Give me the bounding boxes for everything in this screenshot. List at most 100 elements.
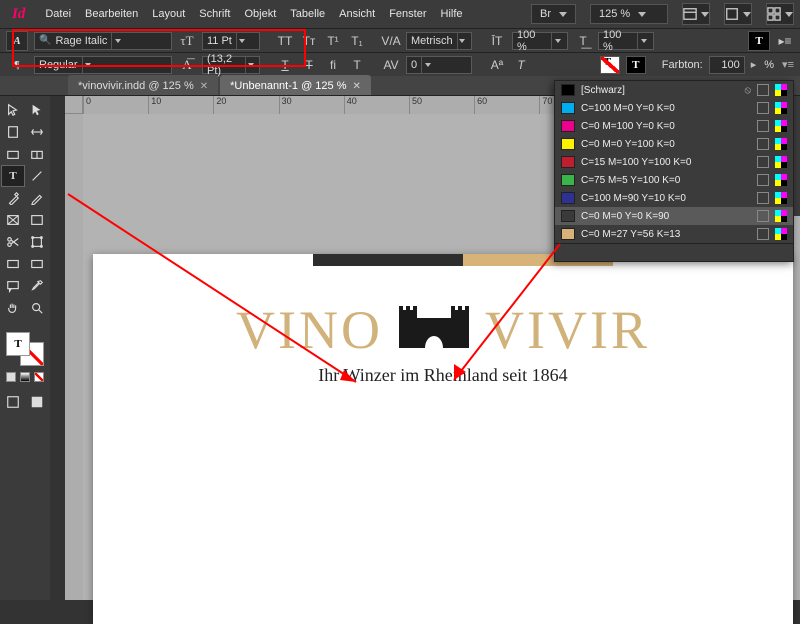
char-fill-swatch[interactable]: T [748,31,770,51]
emspace-icon[interactable]: T [348,56,366,74]
direct-selection-tool[interactable] [26,100,48,120]
swatch-row[interactable]: C=0 M=0 Y=0 K=90 [555,207,793,225]
apply-color-icon[interactable] [6,372,16,382]
swatch-name: C=0 M=100 Y=0 K=0 [581,121,751,132]
panel-menu-icon-2[interactable]: ▾≡ [782,58,794,71]
leading-icon: A͞ [178,56,196,74]
close-icon[interactable]: ✕ [200,81,208,92]
control-panel-row1: A 🔍 Rage Italic τT 11 Pt TT Tᴛ T¹ T₁ V/A… [0,28,800,52]
zoom-chip[interactable]: 125 % [590,4,668,24]
superscript-icon[interactable]: T¹ [324,32,342,50]
menu-schrift[interactable]: Schrift [199,8,230,20]
swatch-chip [561,102,575,114]
close-icon[interactable]: ✕ [352,81,360,92]
pen-tool[interactable] [2,188,24,208]
swatch-row[interactable]: C=100 M=0 Y=0 K=0 [555,99,793,117]
menu-fenster[interactable]: Fenster [389,8,426,20]
underline-icon[interactable]: T [276,56,294,74]
allcaps-icon[interactable]: TT [276,32,294,50]
menu-layout[interactable]: Layout [152,8,185,20]
gap-tool[interactable] [26,122,48,142]
font-style-combo[interactable]: Regular [34,56,172,74]
rectangle-tool[interactable] [26,210,48,230]
swatch-chip [561,84,575,96]
color-mode-box-icon [757,174,769,186]
ligature-icon[interactable]: fi [324,56,342,74]
menu-hilfe[interactable]: Hilfe [441,8,463,20]
font-size-icon: τT [178,32,196,50]
font-family-combo[interactable]: 🔍 Rage Italic [34,32,172,50]
vscale-combo[interactable]: 100 % [512,32,568,50]
lock-icon: ⦸ [744,85,751,96]
content-placer[interactable] [26,144,48,164]
scissors-tool[interactable] [2,232,24,252]
tint-arrow-icon[interactable]: ▸ [751,58,757,71]
swatch-name: C=75 M=5 Y=100 K=0 [581,175,751,186]
menu-bearbeiten[interactable]: Bearbeiten [85,8,138,20]
color-apply-mode[interactable] [2,372,48,382]
selection-tool[interactable] [2,100,24,120]
doc-tab-vinovivir[interactable]: *vinovivir.indd @ 125 %✕ [68,75,218,95]
preview-view-icon[interactable] [26,392,48,412]
font-size-combo[interactable]: 11 Pt [202,32,260,50]
subscript-icon[interactable]: T₁ [348,32,366,50]
line-tool[interactable] [26,166,48,186]
view-options-icon[interactable] [682,3,710,25]
tracking-combo[interactable]: 0 [406,56,472,74]
swatch-row[interactable]: C=0 M=0 Y=100 K=0 [555,135,793,153]
menu-objekt[interactable]: Objekt [244,8,276,20]
color-mode-box-icon [757,138,769,150]
gradient-feather-tool[interactable] [26,254,48,274]
swatch-row[interactable]: C=0 M=27 Y=56 K=13 [555,225,793,243]
doc-tab-unbenannt[interactable]: *Unbenannt-1 @ 125 %✕ [220,75,371,95]
apply-none-icon[interactable] [34,372,44,382]
free-transform-tool[interactable] [26,232,48,252]
swatch-row[interactable]: [Schwarz]⦸ [555,81,793,99]
tracking-value: 0 [411,59,417,71]
swatch-chip [561,174,575,186]
screen-mode-icon[interactable] [724,3,752,25]
logo-tagline[interactable]: Ihr Winzer im Rheinland seit 1864 [93,365,793,386]
swatch-row[interactable]: C=15 M=100 Y=100 K=0 [555,153,793,171]
hscale-combo[interactable]: 100 % [598,32,654,50]
note-tool[interactable] [2,276,24,296]
panel-menu-icon[interactable]: ▸≡ [776,32,794,50]
swatches-panel: [Schwarz]⦸C=100 M=0 Y=0 K=0 C=0 M=100 Y=0… [554,80,794,262]
char-stroke-swatch[interactable]: T [600,56,620,74]
fill-stroke-swatch[interactable]: T [6,332,44,366]
menu-tabelle[interactable]: Tabelle [290,8,325,20]
menu-datei[interactable]: Datei [45,8,71,20]
text-overprint-icon[interactable]: T [626,56,646,74]
apply-gradient-icon[interactable] [20,372,30,382]
type-tool[interactable]: T [2,166,24,186]
paragraph-mode-icon[interactable]: ¶ [6,55,28,75]
menu-ansicht[interactable]: Ansicht [339,8,375,20]
pencil-tool[interactable] [26,188,48,208]
leading-combo[interactable]: (13,2 Pt) [202,56,260,74]
normal-view-icon[interactable] [2,392,24,412]
ruler-origin[interactable] [65,96,83,114]
smallcaps-icon[interactable]: Tᴛ [300,32,318,50]
bridge-chip[interactable]: Br [531,4,576,24]
zoom-tool[interactable] [26,298,48,318]
swatch-row[interactable]: C=0 M=100 Y=0 K=0 [555,117,793,135]
character-mode-icon[interactable]: A [6,31,28,51]
eyedropper-tool[interactable] [26,276,48,296]
content-collector[interactable] [2,144,24,164]
gradient-swatch-tool[interactable] [2,254,24,274]
swatch-row[interactable]: C=75 M=5 Y=100 K=0 [555,171,793,189]
kerning-combo[interactable]: Metrisch [406,32,472,50]
ruler-vertical[interactable] [65,114,83,600]
hand-tool[interactable] [2,298,24,318]
font-size-value: 11 Pt [207,35,232,47]
page[interactable]: VINO VIVIR [93,254,793,624]
color-mode-box-icon [757,228,769,240]
strike-icon[interactable]: T [300,56,318,74]
swatch-row[interactable]: C=100 M=90 Y=10 K=0 [555,189,793,207]
arrange-icon[interactable] [766,3,794,25]
swatch-chip [561,120,575,132]
vscale-icon: ĪT [488,32,506,50]
page-tool[interactable] [2,122,24,142]
tint-value-input[interactable]: 100 [709,56,745,74]
rectangle-frame-tool[interactable] [2,210,24,230]
